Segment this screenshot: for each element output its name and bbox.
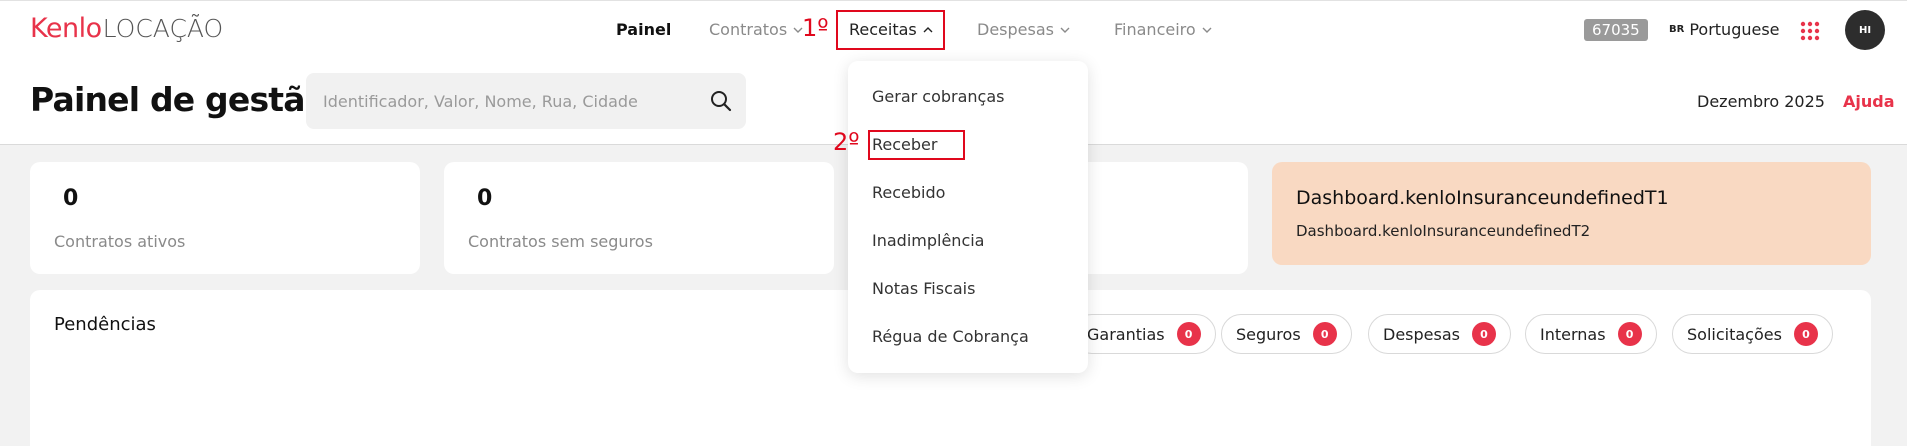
nav-financeiro[interactable]: Financeiro <box>1114 20 1212 39</box>
filter-label: Seguros <box>1236 324 1301 344</box>
language-label: Portuguese <box>1689 20 1780 39</box>
chevron-down-icon <box>1202 25 1212 35</box>
filter-internas[interactable]: Internas 0 <box>1525 314 1657 354</box>
annotation-box-receber <box>868 130 965 160</box>
nav-painel-label: Painel <box>616 20 672 39</box>
help-link[interactable]: Ajuda <box>1843 92 1895 111</box>
filter-label: Despesas <box>1383 324 1460 344</box>
filter-solicitacoes[interactable]: Solicitações 0 <box>1672 314 1833 354</box>
card-contratos-ativos[interactable]: 0 Contratos ativos <box>30 162 420 274</box>
insurance-subtitle: Dashboard.kenloInsuranceundefinedT2 <box>1296 222 1591 240</box>
page: Kenlo LOCAÇÃO Painel Contratos Receitas … <box>0 0 1907 446</box>
nav-despesas[interactable]: Despesas <box>977 20 1070 39</box>
menu-item-gerar-cobrancas[interactable]: Gerar cobranças <box>872 87 1005 106</box>
filter-count-badge: 0 <box>1617 322 1642 346</box>
nav-painel[interactable]: Painel <box>616 20 671 39</box>
receitas-dropdown-menu: Gerar cobranças Receber Recebido Inadimp… <box>848 61 1088 373</box>
filter-label: Garantias <box>1087 324 1165 344</box>
card-value: 0 <box>63 186 79 211</box>
card-insurance[interactable]: Dashboard.kenloInsuranceundefinedT1 Dash… <box>1272 162 1871 265</box>
period-label[interactable]: Dezembro 2025 <box>1697 92 1825 111</box>
nav-contratos[interactable]: Contratos <box>709 20 803 39</box>
nav-contratos-label: Contratos <box>709 20 788 39</box>
search-bar <box>306 73 746 129</box>
filter-seguros[interactable]: Seguros 0 <box>1221 314 1352 354</box>
filter-garantias[interactable]: Garantias 0 <box>1072 314 1216 354</box>
menu-item-notas-fiscais[interactable]: Notas Fiscais <box>872 279 975 298</box>
annotation-box-receitas <box>836 10 945 50</box>
card-value: 0 <box>477 186 493 211</box>
pendencias-title: Pendências <box>54 314 156 335</box>
page-title: Painel de gestão <box>30 80 327 119</box>
annotation-step-2: 2º <box>833 128 860 156</box>
search-input[interactable] <box>323 73 703 129</box>
apps-grid-icon[interactable] <box>1800 21 1820 41</box>
filter-count-badge: 0 <box>1312 322 1337 346</box>
card-contratos-sem-seguros[interactable]: 0 Contratos sem seguros <box>444 162 834 274</box>
card-label: Contratos ativos <box>54 232 186 251</box>
chevron-down-icon <box>1060 25 1070 35</box>
filter-count-badge: 0 <box>1471 322 1496 346</box>
menu-item-regua-de-cobranca[interactable]: Régua de Cobrança <box>872 327 1029 346</box>
avatar[interactable]: HI <box>1845 10 1885 50</box>
avatar-initials: HI <box>1858 24 1872 36</box>
nav-despesas-label: Despesas <box>977 20 1054 39</box>
nav-financeiro-label: Financeiro <box>1114 20 1196 39</box>
menu-item-recebido[interactable]: Recebido <box>872 183 945 202</box>
counter-badge: 67035 <box>1584 19 1648 41</box>
search-icon[interactable] <box>710 90 732 112</box>
card-label: Contratos sem seguros <box>468 232 653 251</box>
menu-item-inadimplencia[interactable]: Inadimplência <box>872 231 984 250</box>
filter-despesas[interactable]: Despesas 0 <box>1368 314 1511 354</box>
br-flag-icon: BR <box>1669 24 1685 35</box>
language-selector[interactable]: BR Portuguese <box>1669 20 1780 39</box>
top-navbar: Kenlo LOCAÇÃO Painel Contratos Receitas … <box>0 0 1907 57</box>
filter-label: Solicitações <box>1687 324 1782 344</box>
annotation-step-1: 1º <box>802 14 829 42</box>
filter-count-badge: 0 <box>1176 322 1201 346</box>
filter-label: Internas <box>1540 324 1606 344</box>
filter-count-badge: 0 <box>1793 322 1818 346</box>
insurance-title: Dashboard.kenloInsuranceundefinedT1 <box>1296 187 1669 209</box>
